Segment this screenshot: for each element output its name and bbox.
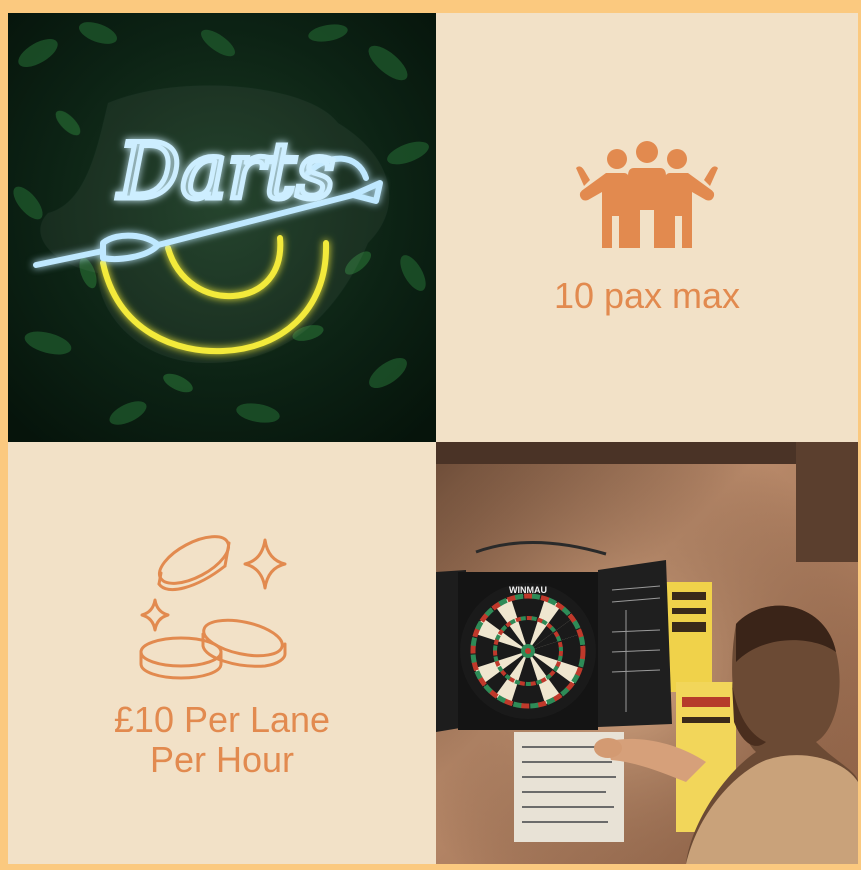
price-tile: £10 Per Lane Per Hour (8, 442, 436, 864)
capacity-tile: 10 pax max (436, 13, 858, 442)
tile-grid: Darts 10 pax max £10 Per Lane Per Hour W… (0, 0, 861, 870)
price-line-2: Per Hour (149, 739, 295, 780)
neon-sign-image: Darts (8, 13, 436, 442)
neon-darts-sign-photo: Darts (8, 13, 436, 442)
dartboard-brand: WINMAU (509, 585, 547, 595)
dartboard-scene-image: WINMAU (436, 442, 858, 864)
price-text: £10 Per Lane Per Hour (114, 700, 330, 780)
dartboard-player-photo: WINMAU (436, 442, 858, 864)
price-line-1: £10 Per Lane (113, 699, 331, 740)
coins-sparkle-icon (139, 535, 287, 680)
group-people-icon (576, 140, 718, 248)
capacity-text: 10 pax max (553, 274, 741, 316)
neon-sign-text: Darts (116, 127, 336, 217)
